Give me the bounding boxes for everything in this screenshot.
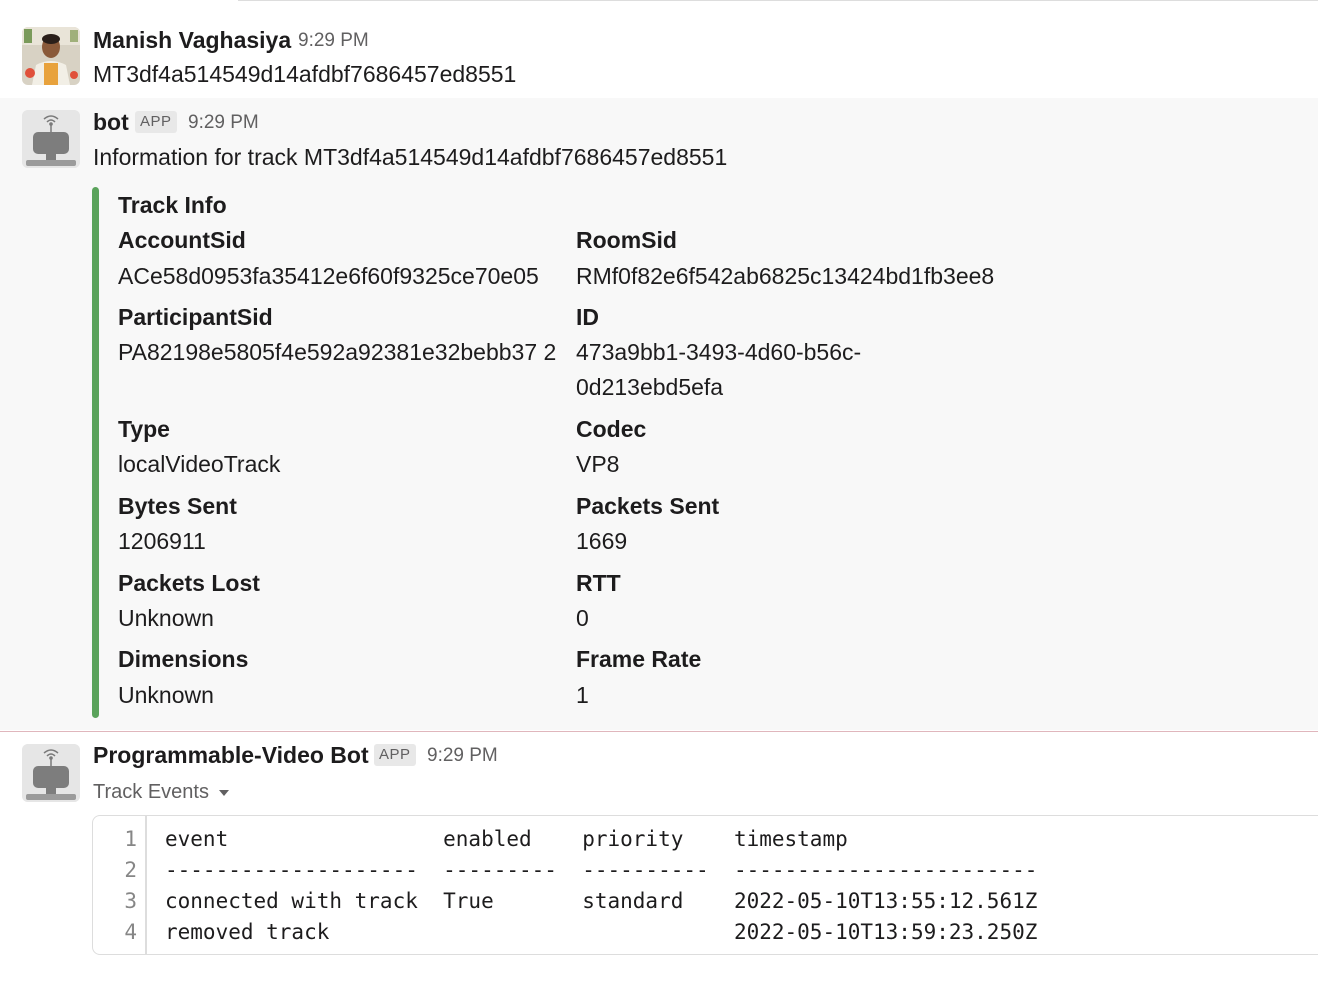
- field-label-frame-rate: Frame Rate: [576, 646, 702, 672]
- user-photo-icon: [22, 27, 80, 85]
- field-label-id: ID: [576, 304, 599, 330]
- line-number: 3: [124, 889, 137, 913]
- previous-message-divider: [238, 0, 1318, 1]
- field-value-codec: VP8: [576, 451, 620, 477]
- field-value-packets-sent: 1669: [576, 528, 628, 554]
- user-avatar[interactable]: [22, 27, 80, 85]
- timestamp[interactable]: 9:29 PM: [298, 26, 369, 56]
- field-label-codec: Codec: [576, 416, 647, 442]
- field-value-accountsid: ACe58d0953fa35412e6f60f9325ce70e05: [118, 263, 539, 289]
- field-value-id: 473a9bb1-3493-4d60-b56c-0d213ebd5efa: [576, 339, 862, 400]
- message-programmable-video-bot[interactable]: Programmable-Video Bot APP 9:29 PM Track…: [0, 732, 1318, 986]
- field-label-type: Type: [118, 416, 170, 442]
- author-name[interactable]: bot: [93, 107, 129, 137]
- caret-down-icon: [218, 789, 229, 796]
- code-line: -------------------- --------- ---------…: [165, 858, 1038, 882]
- field-value-participantsid: PA82198e5805f4e592a92381e32bebb37 2: [118, 335, 570, 370]
- field-label-packets-sent: Packets Sent: [576, 493, 720, 519]
- field-value-dimensions: Unknown: [118, 682, 214, 708]
- bot-avatar[interactable]: [22, 110, 80, 168]
- field-label-roomsid: RoomSid: [576, 227, 677, 253]
- field-label-dimensions: Dimensions: [118, 646, 249, 672]
- message-bot[interactable]: bot APP 9:29 PM Information for track MT…: [0, 98, 1318, 730]
- app-badge: APP: [135, 111, 177, 133]
- line-number: 2: [124, 858, 137, 882]
- code-line: event enabled priority timestamp: [165, 827, 848, 851]
- robot-icon: [22, 744, 80, 802]
- field-label-accountsid: AccountSid: [118, 227, 246, 253]
- field-label-rtt: RTT: [576, 570, 621, 596]
- field-value-frame-rate: 1: [576, 682, 589, 708]
- timestamp[interactable]: 9:29 PM: [427, 741, 498, 771]
- dropdown-label: Track Events: [93, 781, 209, 803]
- participantsid-line: PA82198e5805f4e592a92381e32bebb37 2: [118, 339, 557, 365]
- field-label-bytes-sent: Bytes Sent: [118, 493, 237, 519]
- track-events-dropdown[interactable]: Track Events: [93, 777, 229, 807]
- line-number-gutter: 1 2 3 4: [93, 816, 147, 954]
- code-snippet[interactable]: 1 2 3 4 event enabled priority timestamp…: [92, 815, 1318, 955]
- attachment-title: Track Info: [118, 192, 227, 218]
- robot-icon: [22, 110, 80, 168]
- attachment-accent-bar: [92, 187, 99, 718]
- timestamp[interactable]: 9:29 PM: [188, 108, 259, 138]
- message-text: MT3df4a514549d14afdbf7686457ed8551: [93, 61, 517, 87]
- code-line: removed track 2022-05-10T13:59:23.250Z: [165, 920, 1038, 944]
- field-value-roomsid: RMf0f82e6f542ab6825c13424bd1fb3ee8: [576, 263, 995, 289]
- field-value-bytes-sent: 1206911: [118, 528, 206, 554]
- author-name[interactable]: Programmable-Video Bot: [93, 740, 369, 770]
- line-number: 1: [124, 827, 137, 851]
- message-text: Information for track MT3df4a514549d14af…: [93, 144, 728, 170]
- author-name[interactable]: Manish Vaghasiya: [93, 25, 291, 55]
- field-label-participantsid: ParticipantSid: [118, 304, 273, 330]
- field-value-type: localVideoTrack: [118, 451, 281, 477]
- code-line: connected with track True standard 2022-…: [165, 889, 1038, 913]
- app-badge: APP: [374, 744, 416, 766]
- field-value-rtt: 0: [576, 605, 589, 631]
- field-label-packets-lost: Packets Lost: [118, 570, 260, 596]
- message-manish[interactable]: Manish Vaghasiya 9:29 PM MT3df4a514549d1…: [0, 20, 1318, 98]
- bot-avatar[interactable]: [22, 744, 80, 802]
- field-value-packets-lost: Unknown: [118, 605, 214, 631]
- line-number: 4: [124, 920, 137, 944]
